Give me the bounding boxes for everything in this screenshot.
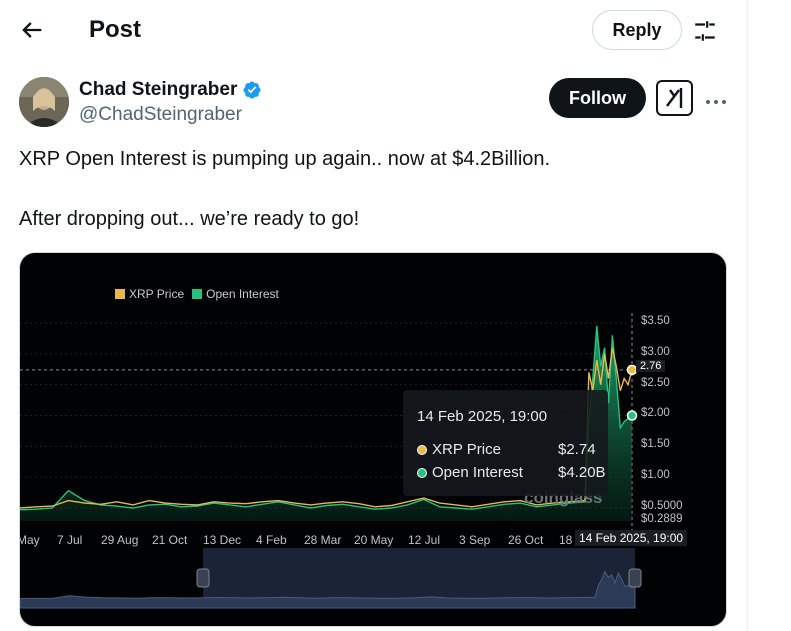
y-tick-label: $3.00 [641,345,670,358]
navigator-right-handle [628,568,642,588]
tooltip-row-price: XRP Price $2.74 [417,441,596,458]
xrp-dot-icon [417,444,427,455]
follow-button[interactable]: Follow [549,78,646,118]
legend-open-interest[interactable]: Open Interest [192,287,279,301]
x-tick-label: 20 May [354,533,394,547]
tooltip-label: Open Interest [432,464,523,481]
page-title: Post [89,16,142,43]
y-tick-label: $2.00 [641,407,670,420]
open-interest-marker [626,410,638,421]
y-tick-label: $0.5000 [641,499,683,512]
tooltip-value: $4.20B [558,464,606,481]
tooltip-value: $2.74 [558,441,596,458]
x-tick-label: May [19,533,40,547]
y-tick-label: $3.50 [641,315,670,327]
x-tick-label: 18 [559,533,573,547]
x-tick-label: 13 Dec [203,533,242,547]
tooltip-date: 14 Feb 2025, 19:00 [417,408,548,425]
verified-badge-icon[interactable] [242,80,262,100]
arrow-left-icon[interactable] [18,16,46,44]
author-name[interactable]: Chad Steingraber [79,79,237,101]
y-tick-label: $2.50 [641,376,670,389]
x-tick-label: 26 Oct [508,533,544,547]
author-handle[interactable]: @ChadSteingraber [79,104,242,126]
reply-button[interactable]: Reply [592,10,682,50]
chart-image[interactable]: XRP Price Open Interest $3.50 $3.00 2.76 $2… [19,252,727,627]
x-tick-label: 7 Jul [57,533,83,547]
legend-xrp-price[interactable]: XRP Price [115,287,184,301]
x-tick-label: 12 Jul [408,533,441,547]
y-tick-label: $1.50 [641,438,670,451]
y-tick-label: 2.76 [636,360,666,372]
post-header: Post Reply [0,0,747,60]
x-tick-label: 28 Mar [304,533,342,547]
chart-svg [20,313,642,609]
y-tick-label: $1.00 [641,469,670,482]
x-tick-label: 3 Sep [459,533,491,547]
more-horizontal-icon[interactable] [704,94,728,104]
grok-icon[interactable] [656,80,693,116]
avatar[interactable] [19,77,69,127]
post-text-line1: XRP Open Interest is pumping up again.. … [19,148,551,170]
x-tick-label: 29 Aug [101,533,139,547]
post-text-line2: After dropping out... we’re ready to go! [19,208,360,230]
sliders-icon[interactable] [692,18,718,44]
x-tick-label: 4 Feb [256,533,287,547]
tooltip-row-oi: Open Interest $4.20B [417,464,606,481]
oi-dot-icon [417,467,427,478]
chart-tooltip: 14 Feb 2025, 19:00 XRP Price $2.74 Open … [403,390,608,496]
tooltip-label: XRP Price [432,441,501,458]
x-tick-label: 21 Oct [152,533,188,547]
chart-legend: XRP Price Open Interest [115,287,279,301]
author-name-row: Chad Steingraber [79,79,262,101]
y-tick-label: $0.2889 [641,513,683,525]
column-divider [747,0,748,631]
x-tick-label: 14 Feb 2025, 19:00 [575,530,688,546]
navigator-left-handle [196,568,210,588]
